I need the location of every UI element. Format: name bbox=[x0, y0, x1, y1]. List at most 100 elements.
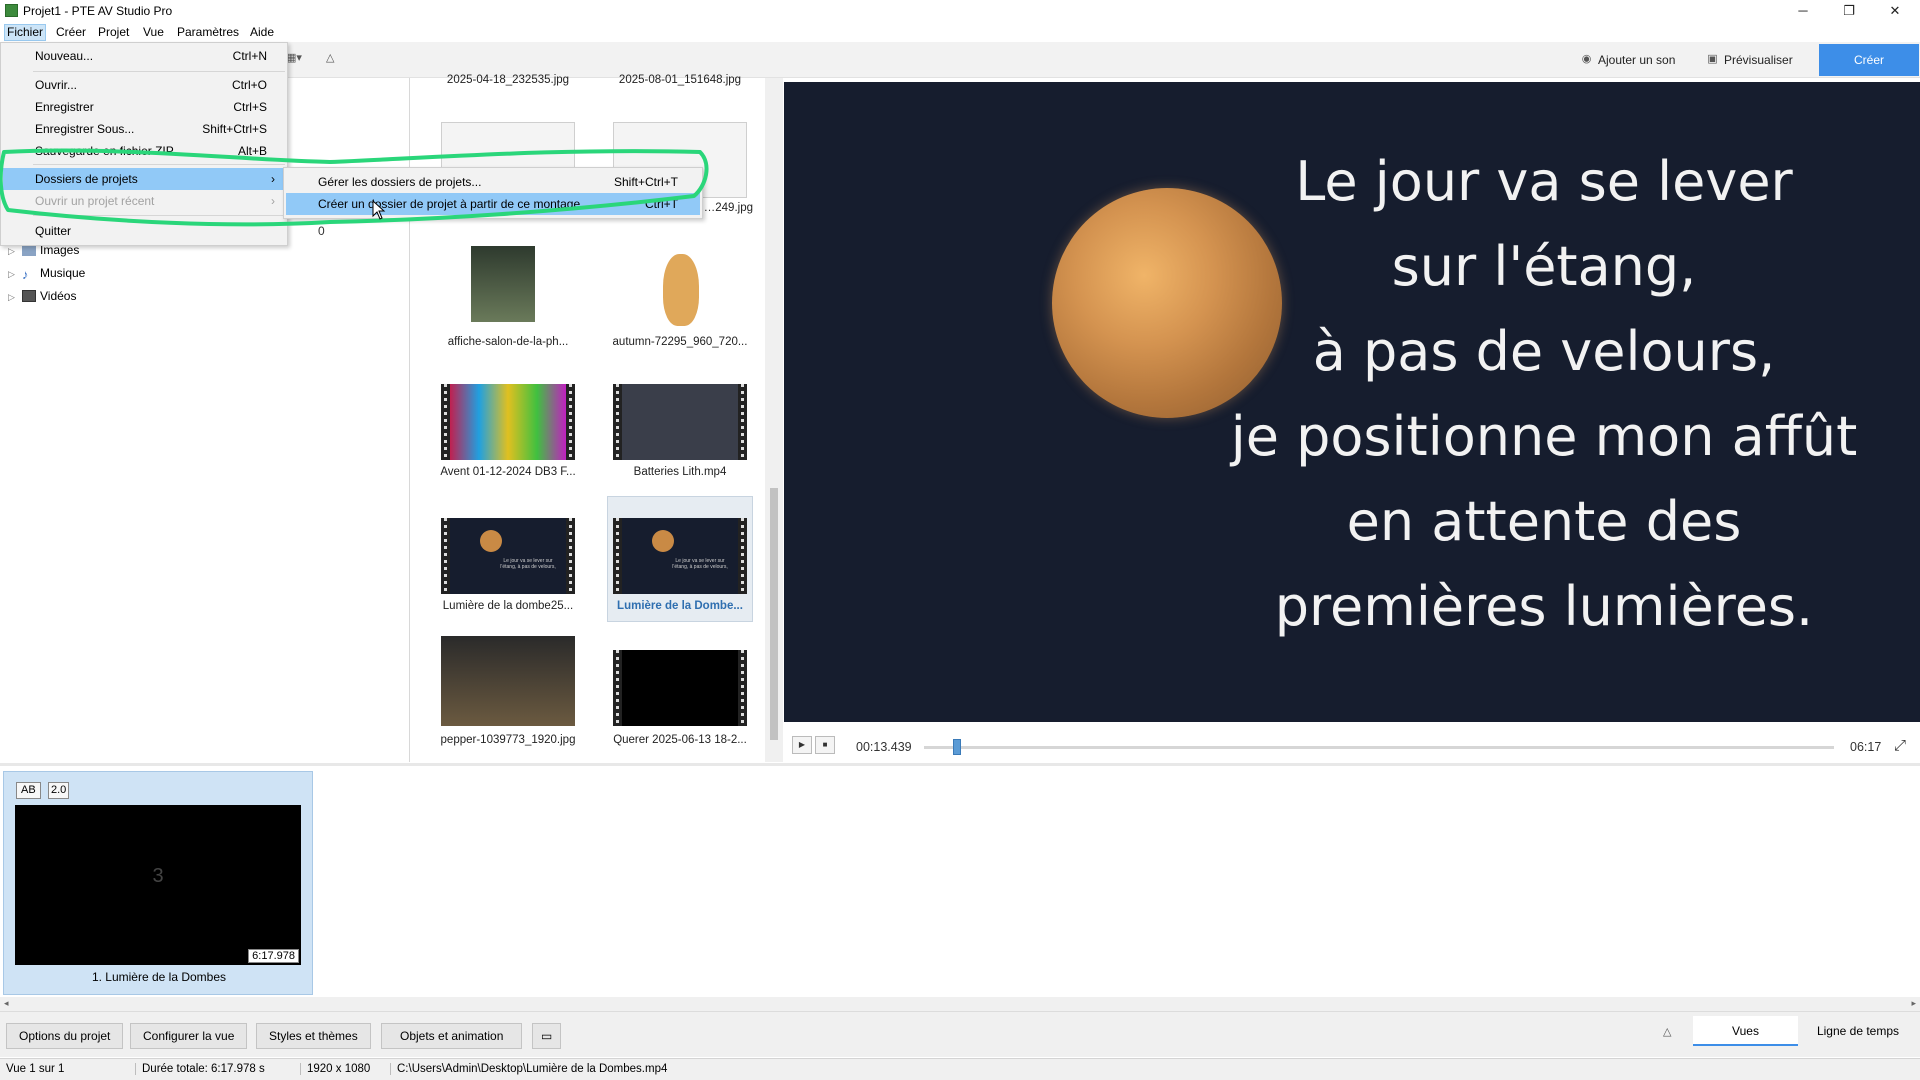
annotation-stroke bbox=[0, 148, 709, 227]
thumbnail-caption: affiche-salon-de-la-ph... bbox=[447, 336, 569, 348]
menu-item-new[interactable]: Nouveau... Ctrl+N bbox=[3, 45, 285, 67]
styles-themes-button[interactable]: Styles et thèmes bbox=[256, 1023, 371, 1049]
total-time: 06:17 bbox=[1850, 740, 1882, 754]
menu-item-save-as[interactable]: Enregistrer Sous... Shift+Ctrl+S bbox=[3, 118, 285, 140]
objects-animation-button[interactable]: Objets et animation bbox=[381, 1023, 523, 1049]
add-sound-label: Ajouter un son bbox=[1598, 53, 1676, 67]
scroll-left-icon[interactable]: ◂ bbox=[4, 998, 9, 1009]
slide-title: 1. Lumière de la Dombes bbox=[91, 970, 227, 984]
tab-timeline[interactable]: Ligne de temps bbox=[1800, 1016, 1916, 1046]
window-toggle-icon[interactable]: ▭ bbox=[532, 1023, 562, 1049]
scroll-right-icon[interactable]: ▸ bbox=[1911, 998, 1916, 1009]
slide-list: AB 2.0 3 6:17.978 1. Lumière de la Dombe… bbox=[0, 766, 1920, 996]
video-folder-icon bbox=[22, 290, 36, 302]
moon-image bbox=[1052, 188, 1282, 418]
cursor-arrow bbox=[372, 200, 386, 220]
thumbnail-image bbox=[441, 384, 575, 460]
play-button[interactable]: ▶ bbox=[792, 736, 812, 754]
menu-item-label: Nouveau... bbox=[35, 49, 94, 63]
seek-track[interactable] bbox=[924, 746, 1834, 749]
menu-item-label: Enregistrer bbox=[35, 100, 94, 114]
slide-number: 3 bbox=[152, 865, 164, 887]
menu-bar: Fichier Créer Projet Vue Paramètres Aide bbox=[0, 22, 1920, 42]
speaker-icon: ◉ bbox=[1581, 53, 1592, 65]
preview-text-line: à pas de velours, bbox=[1312, 320, 1776, 383]
squash-shape bbox=[663, 254, 699, 326]
menu-item-shortcut: Ctrl+O bbox=[231, 78, 267, 92]
thumbnail-caption: Lumière de la Dombe... bbox=[617, 600, 743, 612]
preview-text-line: en attente des bbox=[1346, 490, 1742, 553]
tree-item-videos[interactable]: ▷ Vidéos bbox=[8, 286, 76, 306]
thumbnail-caption: pepper-1039773_1920.jpg bbox=[440, 734, 576, 746]
menu-creer[interactable]: Créer bbox=[54, 25, 88, 39]
menu-parametres[interactable]: Paramètres bbox=[175, 25, 241, 39]
view-mode-dropdown[interactable]: ▦▾ bbox=[286, 51, 302, 64]
fullscreen-icon[interactable]: ⤢ bbox=[1894, 737, 1906, 754]
thumbnail-overlay-text: Le jour va se lever sur l'étang, à pas d… bbox=[672, 558, 728, 570]
scrollbar-thumb[interactable] bbox=[770, 488, 778, 740]
preview-text-line: Le jour va se lever bbox=[1295, 150, 1793, 213]
menu-aide[interactable]: Aide bbox=[248, 25, 276, 39]
thumbnail-image bbox=[653, 246, 709, 326]
minimize-button[interactable]: ─ bbox=[1780, 0, 1826, 22]
expand-icon[interactable]: ▷ bbox=[8, 287, 22, 307]
status-slide: Vue 1 sur 1 bbox=[6, 1063, 65, 1075]
menu-fichier[interactable]: Fichier bbox=[4, 24, 47, 41]
project-options-button[interactable]: Options du projet bbox=[6, 1023, 124, 1049]
toolbar: ▦▾ △ ◉ Ajouter un son ▣ Prévisualiser Cr… bbox=[0, 42, 1920, 78]
preview-text-line: je positionne mon affût bbox=[1230, 405, 1858, 468]
preview-text-line: premières lumières. bbox=[1274, 575, 1814, 638]
thumbnail-caption: Querer 2025-06-13 18-2... bbox=[613, 734, 747, 746]
status-duration: Durée totale: 6:17.978 s bbox=[135, 1063, 265, 1075]
preview-button[interactable]: ▣ Prévisualiser bbox=[1704, 49, 1792, 71]
mouse-cursor-icon bbox=[372, 200, 386, 220]
preview-text-line: sur l'étang, bbox=[1391, 235, 1697, 298]
menu-vue[interactable]: Vue bbox=[141, 25, 166, 39]
create-button[interactable]: Créer bbox=[1819, 44, 1919, 76]
stop-button[interactable]: ■ bbox=[815, 736, 835, 754]
thumbnail-scrollbar[interactable] bbox=[765, 78, 783, 762]
menu-separator bbox=[33, 71, 285, 72]
tree-item-label: Musique bbox=[40, 266, 86, 280]
preview-icon: ▣ bbox=[1707, 53, 1718, 65]
collapse-panel-icon[interactable]: △ bbox=[1663, 1025, 1671, 1038]
status-path: C:\Users\Admin\Desktop\Lumière de la Dom… bbox=[390, 1063, 667, 1075]
menu-projet[interactable]: Projet bbox=[96, 25, 131, 39]
current-time: 00:13.439 bbox=[856, 740, 912, 754]
tab-views[interactable]: Vues bbox=[1693, 1016, 1798, 1046]
annotation-highlight-outline bbox=[0, 148, 709, 227]
thumbnail-image bbox=[471, 246, 535, 322]
expand-icon[interactable]: ▷ bbox=[8, 264, 22, 284]
thumbnail-image bbox=[613, 650, 747, 726]
menu-item-open[interactable]: Ouvrir... Ctrl+O bbox=[3, 74, 285, 96]
menu-item-save[interactable]: Enregistrer Ctrl+S bbox=[3, 96, 285, 118]
transition-duration-badge[interactable]: 2.0 bbox=[48, 782, 70, 799]
thumbnail-image bbox=[613, 384, 747, 460]
transition-ab-badge[interactable]: AB bbox=[16, 782, 41, 799]
seek-handle[interactable] bbox=[952, 739, 961, 755]
restore-button[interactable]: ❐ bbox=[1826, 0, 1872, 22]
music-note-icon: ♪ bbox=[22, 267, 29, 282]
moon-mini bbox=[480, 530, 502, 552]
thumbnail-image: Le jour va se lever sur l'étang, à pas d… bbox=[613, 518, 747, 594]
menu-item-label: Enregistrer Sous... bbox=[35, 122, 135, 136]
thumbnail-image: Le jour va se lever sur l'étang, à pas d… bbox=[441, 518, 575, 594]
thumbnail-caption: Lumière de la dombe25... bbox=[442, 600, 574, 612]
moon-mini bbox=[652, 530, 674, 552]
tree-item-musique[interactable]: ▷ ♪ Musique bbox=[8, 263, 85, 283]
slide-duration: 6:17.978 bbox=[248, 949, 299, 963]
configure-slide-button[interactable]: Configurer la vue bbox=[130, 1023, 248, 1049]
close-button[interactable]: ✕ bbox=[1872, 0, 1918, 22]
thumbnail-caption: 2025-04-18_232535.jpg bbox=[446, 74, 570, 86]
slide-list-scrollbar[interactable]: ◂ ▸ bbox=[0, 997, 1920, 1011]
collapse-icon[interactable]: △ bbox=[326, 51, 334, 64]
bottom-toolbar: Options du projet Configurer la vue Styl… bbox=[0, 1011, 1920, 1057]
menu-item-shortcut: Ctrl+S bbox=[233, 100, 267, 114]
slide-card[interactable]: AB 2.0 3 6:17.978 1. Lumière de la Dombe… bbox=[3, 771, 313, 995]
preview-area: Le jour va se lever sur l'étang, à pas d… bbox=[784, 82, 1920, 722]
status-bar: Vue 1 sur 1 Durée totale: 6:17.978 s 192… bbox=[0, 1058, 1920, 1080]
thumbnail-caption: Avent 01-12-2024 DB3 F... bbox=[440, 466, 576, 478]
thumbnail-caption: autumn-72295_960_720... bbox=[612, 336, 748, 348]
add-sound-button[interactable]: ◉ Ajouter un son bbox=[1578, 49, 1676, 71]
app-icon bbox=[5, 4, 18, 17]
